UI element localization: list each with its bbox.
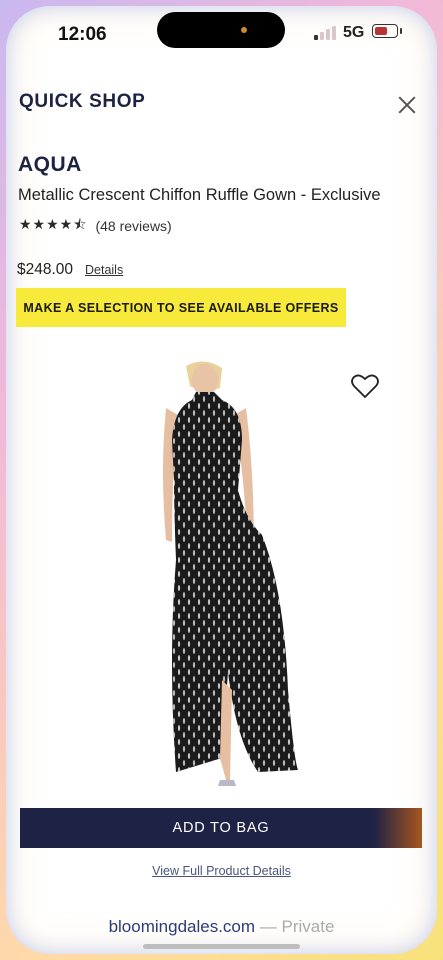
dynamic-island: [157, 12, 285, 48]
add-to-bag-label: ADD TO BAG: [172, 820, 270, 836]
offer-banner: MAKE A SELECTION TO SEE AVAILABLE OFFERS: [16, 288, 346, 327]
url-domain: bloomingdales.com: [108, 917, 256, 936]
status-bar: 12:06 5G: [6, 6, 437, 62]
clock: 12:06: [58, 24, 107, 45]
product-price: $248.00: [17, 261, 74, 278]
signal-strength-icon: [314, 26, 338, 40]
close-icon[interactable]: [396, 94, 418, 116]
product-rating[interactable]: ★★★★⯪ (48 reviews): [19, 216, 172, 236]
product-brand[interactable]: AQUA: [18, 153, 82, 177]
view-full-details-link[interactable]: View Full Product Details: [6, 864, 437, 878]
network-type: 5G: [343, 24, 365, 41]
private-label: — Private: [259, 917, 335, 936]
rating-stars-icon: ★★★★⯪: [19, 216, 88, 232]
add-to-bag-button[interactable]: ADD TO BAG: [20, 808, 422, 848]
review-count[interactable]: (48 reviews): [95, 218, 171, 234]
offer-banner-text: MAKE A SELECTION TO SEE AVAILABLE OFFERS: [23, 300, 339, 315]
favorite-heart-icon[interactable]: [351, 373, 379, 399]
quick-shop-title: QUICK SHOP: [19, 91, 146, 112]
phone-frame: 12:06 5G QUICK SHOP AQUA Metallic Cresce…: [6, 6, 437, 954]
browser-address-bar[interactable]: bloomingdales.com — Private: [6, 917, 437, 937]
price-details-link[interactable]: Details: [85, 263, 123, 277]
product-name: Metallic Crescent Chiffon Ruffle Gown - …: [18, 186, 381, 204]
battery-icon: [372, 24, 402, 38]
product-image[interactable]: [116, 360, 316, 795]
home-indicator[interactable]: [143, 944, 300, 949]
recording-indicator-icon: [241, 27, 247, 33]
